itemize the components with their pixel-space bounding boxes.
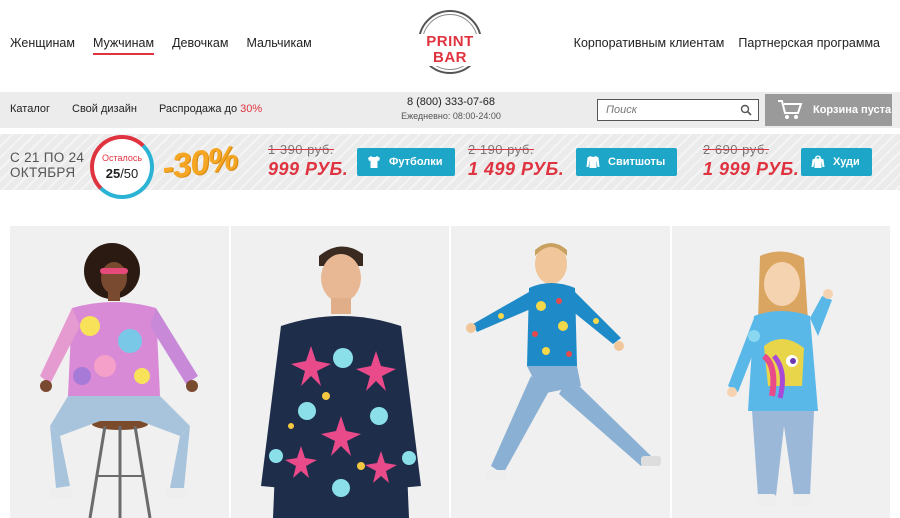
cart-icon [778,100,803,119]
nav-sale[interactable]: Распродажа до 30% [159,103,262,115]
logo-text: PRINT BAR [408,34,492,66]
top-header: Женщинам Мужчинам Девочкам Мальчикам PRI… [0,0,900,92]
old-price: 1 390 руб. [268,142,334,157]
new-price: 999 РУБ. [268,159,349,179]
promo-dates-line1: С 21 ПО 24 [10,150,85,165]
nav-boys[interactable]: Мальчикам [246,36,311,50]
remaining-total: /50 [120,166,139,181]
phone-number[interactable]: 8 (800) 333-07-68 [386,96,516,108]
phone-block: 8 (800) 333-07-68 Ежедневно: 08:00-24:00 [386,96,516,121]
remaining-value: 25 [105,166,121,181]
remaining-label: Осталось [101,153,143,163]
hoodie-icon [811,155,825,168]
product-tile[interactable] [230,226,449,518]
nav-women[interactable]: Женщинам [10,36,75,50]
search-input[interactable] [598,100,736,120]
sub-header: Каталог Свой дизайн Распродажа до 30% 8 … [0,92,900,128]
sweatshirts-button[interactable]: Свитшоты [576,148,678,176]
tshirts-button[interactable]: Футболки [357,148,455,176]
offer-sweatshirts-price: 2 190 руб. 1 499 РУБ. [468,142,564,180]
nav-catalog[interactable]: Каталог [10,103,50,115]
discount-label: -30% [159,138,240,188]
old-price: 2 690 руб. [703,142,769,157]
remaining-badge: Осталось 25/50 [90,135,154,199]
nav-corporate[interactable]: Корпоративным клиентам [574,36,725,50]
nav-partner[interactable]: Партнерская программа [738,36,880,50]
cart-label: Корзина пуста [813,104,892,116]
sweatshirts-button-label: Свитшоты [608,156,666,168]
promo-dates-line2: ОКТЯБРЯ [10,165,76,180]
new-price: 1 499 РУБ. [468,159,565,179]
hoodies-button[interactable]: Худи [801,148,872,176]
product-grid [10,226,890,518]
offer-hoodies-price: 2 690 руб. 1 999 РУБ. [703,142,799,180]
product-tile[interactable] [451,226,670,518]
search-icon[interactable] [740,104,752,116]
sale-percent: 30% [240,103,263,115]
promo-dates: С 21 ПО 24 ОКТЯБРЯ [10,150,84,180]
product-photo-girl [726,251,833,506]
product-photo-man [260,246,421,518]
business-nav: Корпоративным клиентам Партнерская прогр… [574,36,880,50]
promo-banner: С 21 ПО 24 ОКТЯБРЯ Осталось 25/50 -30% 1… [0,134,900,199]
product-tile[interactable] [10,226,229,518]
tshirts-button-label: Футболки [389,156,443,168]
hoodies-button-label: Худи [833,156,860,168]
offer-tshirts-price: 1 390 руб. 999 РУБ. [268,142,348,180]
sweatshirt-icon [586,156,600,168]
product-tile[interactable] [671,226,890,518]
gender-nav: Женщинам Мужчинам Девочкам Мальчикам [10,36,312,55]
product-photo-boy [466,243,661,480]
search-box [597,99,759,121]
new-price: 1 999 РУБ. [703,159,800,179]
product-photo-woman [40,243,198,518]
nav-own-design[interactable]: Свой дизайн [72,103,137,115]
remaining-count: 25/50 [94,166,150,181]
tshirt-icon [368,156,380,168]
working-hours: Ежедневно: 08:00-24:00 [401,111,501,121]
logo[interactable]: PRINT BAR [408,10,492,76]
sale-label: Распродажа до [158,103,238,115]
old-price: 2 190 руб. [468,142,534,157]
nav-girls[interactable]: Девочкам [172,36,228,50]
nav-men[interactable]: Мужчинам [92,36,155,55]
cart-button[interactable]: Корзина пуста [765,94,892,126]
catalog-nav: Каталог Свой дизайн Распродажа до 30% [10,103,262,115]
